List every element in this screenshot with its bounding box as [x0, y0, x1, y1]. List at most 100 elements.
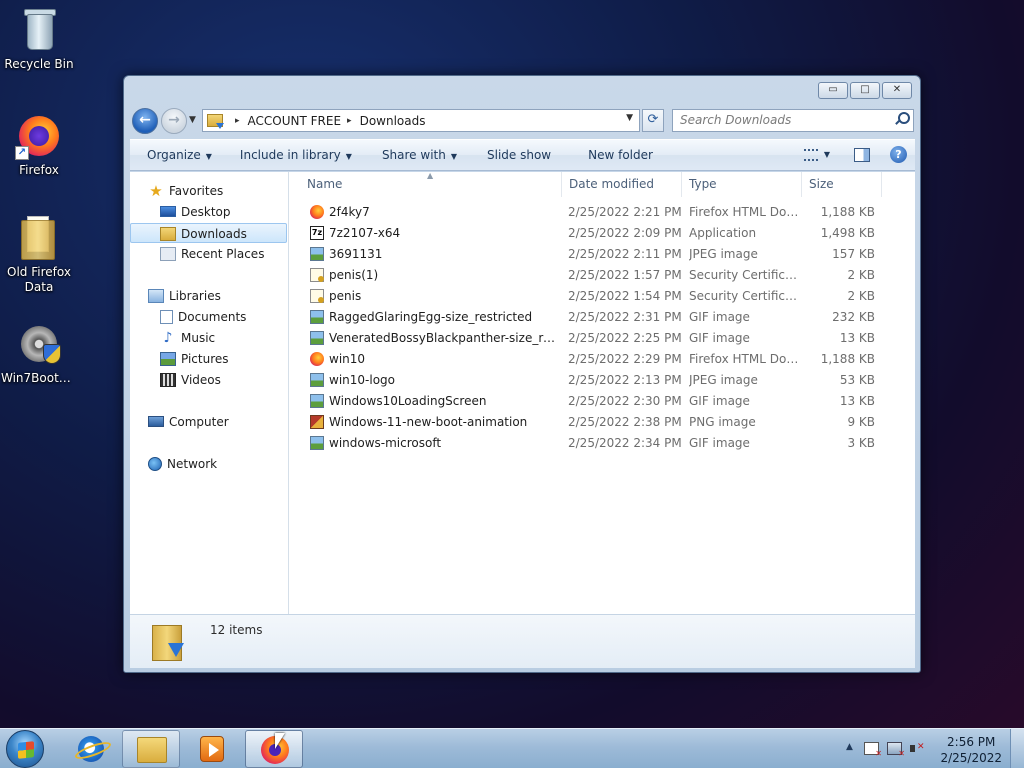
nav-recent-places[interactable]: Recent Places — [130, 244, 287, 264]
column-header-size[interactable]: Size — [802, 172, 882, 197]
file-name: VeneratedBossyBlackpanther-size_restrict… — [329, 331, 559, 345]
share-with-button[interactable]: Share with ▼ — [373, 148, 466, 162]
search-icon[interactable] — [895, 112, 910, 125]
clock[interactable]: 2:56 PM 2/25/2022 — [940, 734, 1002, 766]
nav-computer[interactable]: Computer — [130, 412, 287, 432]
image-icon — [310, 394, 324, 408]
preview-pane-icon[interactable] — [854, 147, 870, 162]
file-size: 13 KB — [839, 394, 875, 408]
file-row-2f4ky7[interactable]: 2f4ky7 2/25/2022 2:21 PM Firefox HTML Do… — [290, 202, 915, 223]
png-image-icon — [310, 415, 324, 429]
certificate-icon — [310, 268, 324, 282]
nav-network[interactable]: Network — [130, 454, 287, 474]
address-bar[interactable]: ▸ ACCOUNT FREE ▸ Downloads ▼ — [202, 109, 640, 132]
recent-places-icon — [160, 246, 176, 261]
installer-disc-icon — [15, 320, 63, 368]
recent-pages-dropdown-icon[interactable]: ▼ — [189, 115, 196, 125]
certificate-icon — [310, 289, 324, 303]
file-row-raggedglaringegg[interactable]: RaggedGlaringEgg-size_restricted 2/25/20… — [290, 307, 915, 328]
file-size: 232 KB — [832, 310, 875, 324]
file-row-win10-logo[interactable]: win10-logo 2/25/2022 2:13 PM JPEG image … — [290, 370, 915, 391]
nav-videos[interactable]: Videos — [130, 370, 287, 390]
file-name: win10 — [329, 352, 366, 366]
column-header-date-modified[interactable]: Date modified — [562, 172, 682, 197]
file-row-windows-11-new-boot-animation[interactable]: Windows-11-new-boot-animation 2/25/2022 … — [290, 412, 915, 433]
mouse-cursor-icon — [275, 733, 285, 749]
help-icon[interactable]: ? — [890, 146, 907, 163]
image-icon — [310, 436, 324, 450]
nav-music[interactable]: ♪ Music — [130, 328, 287, 348]
file-size: 53 KB — [839, 373, 875, 387]
nav-desktop[interactable]: Desktop — [130, 202, 287, 222]
file-date: 2/25/2022 2:21 PM — [568, 205, 682, 219]
new-folder-button[interactable]: New folder — [579, 148, 662, 162]
desktop-icon-firefox[interactable]: ↗ Firefox — [1, 112, 77, 178]
breadcrumb-separator-icon[interactable]: ▸ — [235, 116, 240, 126]
nav-label: Recent Places — [181, 247, 265, 261]
file-row-7z2107-x64[interactable]: 7z 7z2107-x64 2/25/2022 2:09 PM Applicat… — [290, 223, 915, 244]
command-bar: Organize ▼ Include in library ▼ Share with… — [130, 139, 915, 171]
file-row-penis[interactable]: penis 2/25/2022 1:54 PM Security Certifi… — [290, 286, 915, 307]
nav-label: Libraries — [169, 289, 221, 303]
downloads-folder-icon — [152, 621, 186, 661]
file-type: GIF image — [689, 331, 750, 345]
breadcrumb-account-free[interactable]: ACCOUNT FREE — [248, 114, 342, 128]
file-size: 3 KB — [847, 436, 875, 450]
file-row-penis-1[interactable]: penis(1) 2/25/2022 1:57 PM Security Cert… — [290, 265, 915, 286]
maximize-button[interactable]: □ — [850, 82, 880, 99]
taskbar-internet-explorer[interactable] — [62, 730, 120, 768]
nav-libraries[interactable]: Libraries — [130, 286, 287, 306]
breadcrumb-downloads[interactable]: Downloads — [360, 114, 426, 128]
start-button[interactable] — [6, 730, 44, 768]
nav-pictures[interactable]: Pictures — [130, 349, 287, 369]
desktop-icon-old-firefox-data[interactable]: Old Firefox Data — [1, 214, 77, 295]
nav-favorites[interactable]: ★ Favorites — [130, 181, 287, 201]
taskbar-firefox[interactable] — [245, 730, 303, 768]
file-row-3691131[interactable]: 3691131 2/25/2022 2:11 PM JPEG image 157… — [290, 244, 915, 265]
internet-explorer-icon — [78, 736, 104, 762]
column-header-name[interactable]: ▲ Name — [290, 171, 562, 197]
change-view-icon[interactable] — [803, 148, 818, 161]
file-date: 2/25/2022 1:54 PM — [568, 289, 682, 303]
file-row-win10[interactable]: win10 2/25/2022 2:29 PM Firefox HTML Doc… — [290, 349, 915, 370]
address-dropdown-icon[interactable]: ▼ — [626, 113, 633, 123]
search-input[interactable]: Search Downloads — [672, 109, 914, 132]
desktop-icon-recycle-bin[interactable]: Recycle Bin — [1, 6, 77, 72]
star-icon: ★ — [149, 181, 163, 200]
file-type: Firefox HTML Doc... — [689, 352, 799, 366]
desktop-icon-label: Win7BootU... — [1, 371, 77, 385]
file-row-veneratedbossyblackpanther[interactable]: VeneratedBossyBlackpanther-size_restrict… — [290, 328, 915, 349]
file-type: Application — [689, 226, 757, 240]
view-options-chevron-icon[interactable]: ▼ — [824, 150, 830, 159]
file-row-windows10loadingscreen[interactable]: Windows10LoadingScreen 2/25/2022 2:30 PM… — [290, 391, 915, 412]
column-header-label: Size — [809, 177, 834, 191]
file-name: Windows10LoadingScreen — [329, 394, 487, 408]
show-hidden-icons-button[interactable]: ▲ — [846, 742, 853, 752]
taskbar-windows-explorer[interactable] — [122, 730, 180, 768]
image-icon — [310, 310, 324, 324]
refresh-button[interactable]: ⟳ — [642, 109, 664, 132]
action-center-flag-icon[interactable] — [864, 742, 882, 758]
network-status-icon[interactable] — [887, 742, 905, 758]
nav-label: Computer — [169, 415, 229, 429]
file-row-windows-microsoft[interactable]: windows-microsoft 2/25/2022 2:34 PM GIF … — [290, 433, 915, 454]
organize-button[interactable]: Organize ▼ — [138, 148, 221, 162]
minimize-button[interactable]: ▭ — [818, 82, 848, 99]
file-name: 3691131 — [329, 247, 383, 261]
desktop-icon-win7bootu[interactable]: Win7BootU... — [1, 320, 77, 386]
show-desktop-button[interactable] — [1010, 729, 1024, 768]
volume-muted-icon[interactable] — [910, 742, 925, 755]
nav-downloads[interactable]: Downloads — [130, 223, 287, 243]
include-in-library-button[interactable]: Include in library ▼ — [231, 148, 361, 162]
file-size: 2 KB — [847, 289, 875, 303]
close-button[interactable]: ✕ — [882, 82, 912, 99]
navigation-pane: ★ Favorites Desktop Downloads Recent Plac… — [130, 172, 289, 614]
column-header-type[interactable]: Type — [682, 172, 802, 197]
slide-show-button[interactable]: Slide show — [478, 148, 560, 162]
file-type: GIF image — [689, 394, 750, 408]
forward-button[interactable]: → — [161, 108, 187, 134]
nav-documents[interactable]: Documents — [130, 307, 287, 327]
breadcrumb-separator-icon[interactable]: ▸ — [347, 116, 352, 126]
back-button[interactable]: ← — [132, 108, 158, 134]
taskbar-media-player[interactable] — [183, 730, 241, 768]
